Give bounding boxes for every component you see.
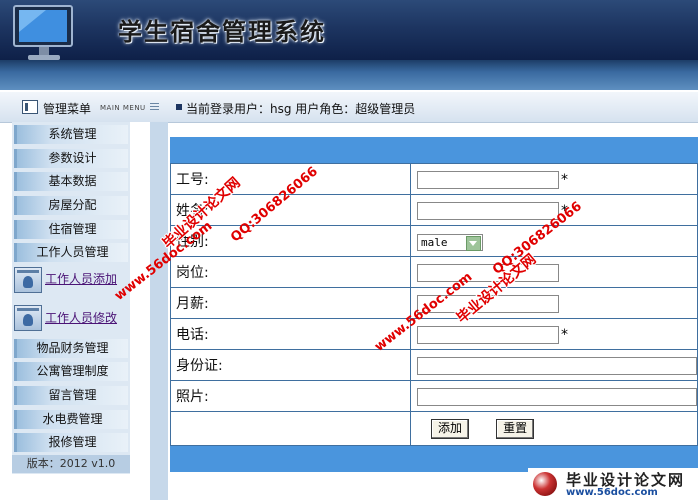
field-label: 月薪: bbox=[170, 287, 411, 319]
sidebar-item-finance[interactable]: 物品财务管理 bbox=[14, 339, 128, 358]
staff-add-icon bbox=[14, 267, 42, 293]
form-row-actions: 添加 重置 bbox=[170, 411, 698, 446]
form-row-idcard: 身份证: bbox=[170, 349, 698, 381]
menu-title: 管理菜单 bbox=[43, 102, 92, 116]
sidebar-item-params[interactable]: 参数设计 bbox=[14, 149, 128, 168]
form-header-bar bbox=[170, 137, 698, 163]
menu-title-en: MAIN MENU bbox=[100, 104, 146, 112]
sidebar-item-lodging[interactable]: 住宿管理 bbox=[14, 220, 128, 239]
content-separator bbox=[150, 122, 168, 500]
photo-input[interactable] bbox=[417, 387, 697, 406]
field-label: 岗位: bbox=[170, 256, 411, 288]
gender-select-value: male bbox=[421, 236, 448, 249]
version-label: 版本：2012 v1.0 bbox=[12, 455, 130, 473]
sidebar-item-staff[interactable]: 工作人员管理 bbox=[14, 243, 128, 262]
menu-icon bbox=[22, 100, 38, 114]
collapse-handle-icon[interactable] bbox=[150, 103, 159, 112]
staff-add-link[interactable]: 工作人员添加 bbox=[45, 270, 117, 287]
app-title: 学生宿舍管理系统 bbox=[118, 17, 326, 46]
form-row-photo: 照片: bbox=[170, 380, 698, 412]
sidebar-gap bbox=[130, 122, 150, 500]
form-row-phone: 电话: * bbox=[170, 318, 698, 350]
sidebar-item-room-allocation[interactable]: 房屋分配 bbox=[14, 196, 128, 215]
id-card-input[interactable] bbox=[417, 356, 697, 375]
reset-button[interactable]: 重置 bbox=[496, 418, 535, 439]
bullet-icon bbox=[176, 104, 182, 110]
form-row-position: 岗位: bbox=[170, 256, 698, 288]
sidebar-item-basic-data[interactable]: 基本数据 bbox=[14, 172, 128, 191]
gender-select[interactable]: male bbox=[417, 234, 483, 251]
required-mark: * bbox=[561, 327, 568, 344]
form-row-id: 工号: * bbox=[170, 163, 698, 195]
brand-url: www.56doc.com bbox=[566, 487, 658, 498]
sidebar-item-repairs[interactable]: 报修管理 bbox=[14, 433, 128, 452]
required-mark: * bbox=[561, 172, 568, 189]
field-label: 照片: bbox=[170, 380, 411, 412]
header-strip bbox=[0, 60, 698, 90]
sidebar-item-staff-edit[interactable]: 工作人员修改 bbox=[14, 305, 130, 335]
login-info: 当前登录用户：hsg 用户角色：超级管理员 bbox=[186, 102, 416, 116]
app-header bbox=[0, 0, 698, 60]
staff-edit-icon bbox=[14, 305, 42, 331]
staff-id-input[interactable] bbox=[417, 170, 559, 189]
sidebar-item-utilities[interactable]: 水电费管理 bbox=[14, 410, 128, 429]
sidebar-item-messages[interactable]: 留言管理 bbox=[14, 386, 128, 405]
chevron-down-icon[interactable] bbox=[466, 236, 481, 251]
monitor-logo-icon bbox=[13, 5, 73, 60]
add-button[interactable]: 添加 bbox=[431, 418, 470, 439]
brand-ball-icon bbox=[533, 472, 557, 496]
sidebar-item-system[interactable]: 系统管理 bbox=[14, 125, 128, 144]
position-input[interactable] bbox=[417, 263, 559, 282]
name-input[interactable] bbox=[417, 201, 559, 220]
phone-input[interactable] bbox=[417, 325, 559, 344]
sidebar-item-rules[interactable]: 公寓管理制度 bbox=[14, 362, 128, 381]
field-label: 身份证: bbox=[170, 349, 411, 381]
staff-edit-link[interactable]: 工作人员修改 bbox=[45, 309, 117, 326]
